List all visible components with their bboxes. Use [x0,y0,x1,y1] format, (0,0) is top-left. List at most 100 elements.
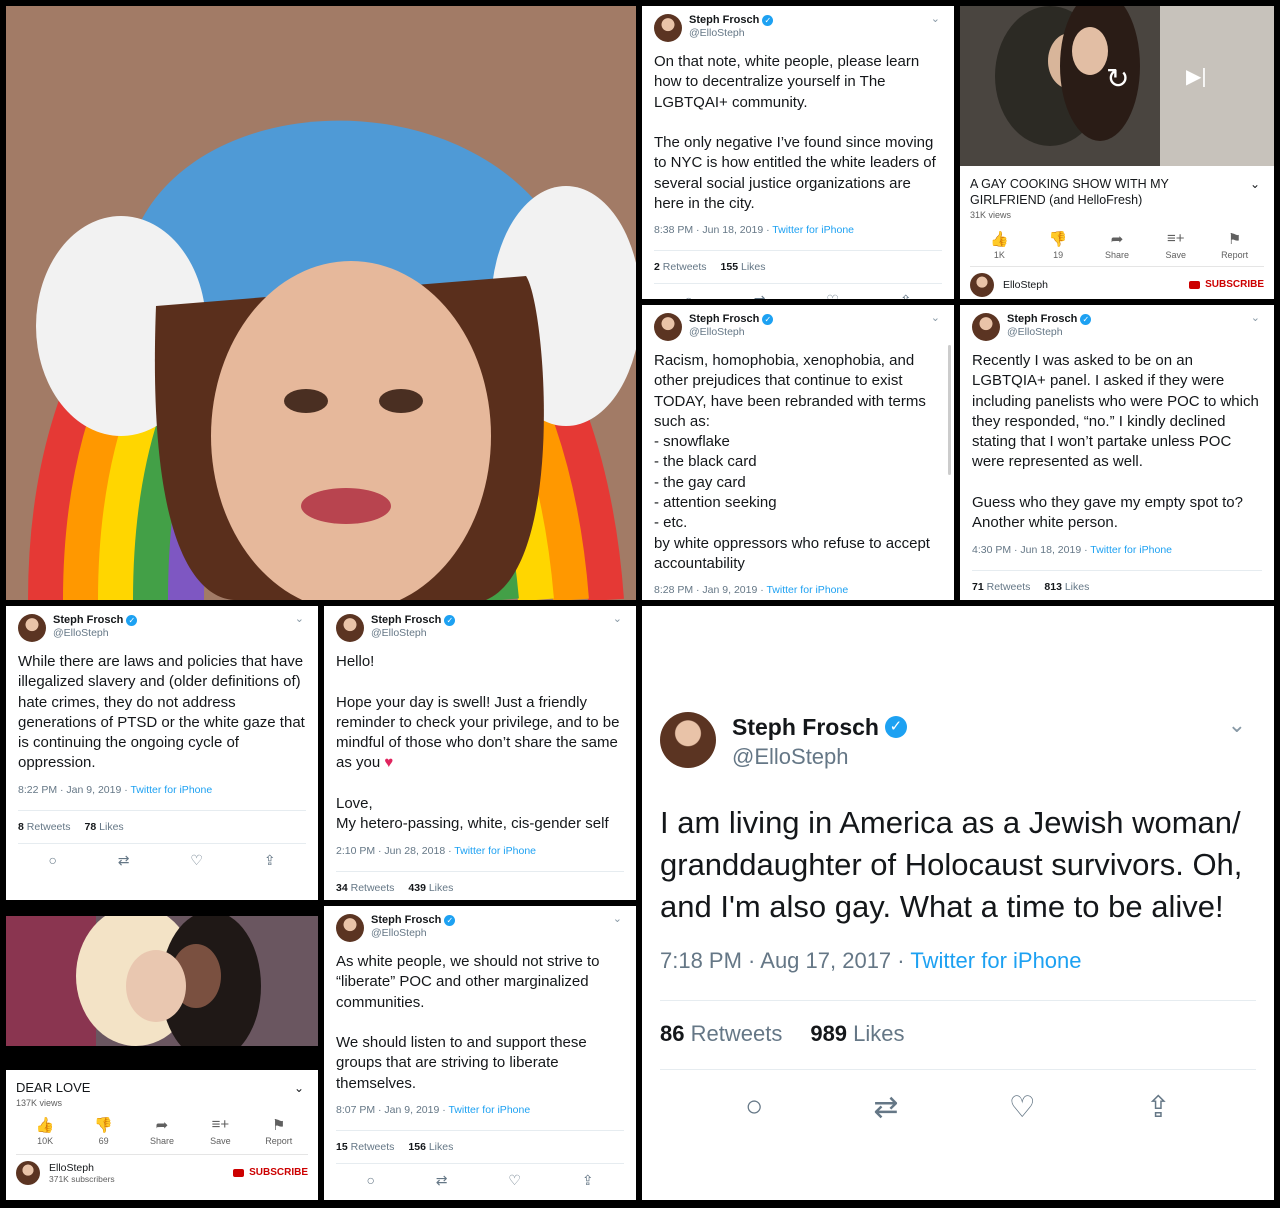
verified-badge-icon: ✓ [444,614,456,626]
tweet-source-link[interactable]: Twitter for iPhone [772,224,854,236]
reply-icon[interactable]: ○ [48,852,56,869]
like-icon[interactable]: ♡ [1009,1090,1036,1125]
save-button[interactable]: ≡+ Save [1151,230,1201,260]
scrollbar[interactable] [948,345,951,475]
user-handle[interactable]: @ElloSteph [371,927,455,939]
chevron-down-icon[interactable]: ⌄ [931,311,940,324]
share-button[interactable]: ➦ Share [1092,230,1142,260]
display-name[interactable]: Steph Frosch [1007,313,1077,326]
retweet-icon[interactable]: ⇄ [118,852,130,869]
display-name[interactable]: Steph Frosch [689,313,759,326]
channel-avatar[interactable] [16,1161,40,1185]
thumbs-down-icon: 👎 [1048,231,1068,248]
flag-icon: ⚑ [1227,231,1242,248]
chevron-down-icon[interactable]: ⌄ [1251,311,1260,324]
retweet-icon[interactable]: ⇄ [436,1172,448,1189]
user-handle[interactable]: @ElloSteph [689,27,773,39]
subscriber-count: 371K subscribers [49,1174,115,1185]
user-handle[interactable]: @ElloSteph [689,326,773,338]
reply-icon[interactable]: ○ [366,1172,374,1189]
dislike-button[interactable]: 👎 69 [79,1116,129,1146]
tweet-stats: 34 Retweets 439 Likes [336,870,624,900]
like-icon[interactable]: ♡ [190,852,203,869]
display-name[interactable]: Steph Frosch [371,614,441,627]
tweet-text: On that note, white people, please learn… [654,53,936,213]
channel-name[interactable]: ElloSteph [49,1162,115,1175]
avatar[interactable] [336,914,364,942]
user-handle[interactable]: @ElloSteph [732,744,907,769]
tweet-card-3: Steph Frosch ✓ @ElloSteph ⌄ Recently I wa… [960,305,1274,600]
avatar[interactable] [654,14,682,42]
verified-badge-icon: ✓ [1080,313,1092,325]
share-arrow-icon: ➦ [155,1117,169,1134]
thumbs-down-icon: 👎 [94,1117,113,1134]
chevron-down-icon[interactable]: ⌄ [295,612,304,625]
display-name[interactable]: Steph Frosch [689,14,759,27]
reply-icon[interactable]: ○ [684,292,692,299]
tweet-source-link[interactable]: Twitter for iPhone [766,584,848,596]
avatar[interactable] [18,614,46,642]
tweet-actions: ○ ⇄ ♡ ⇪ [660,1069,1256,1145]
save-button[interactable]: ≡+ Save [195,1116,245,1146]
display-name[interactable]: Steph Frosch [732,714,879,740]
share-button[interactable]: ➦ Share [137,1116,187,1146]
thumbs-up-icon: 👍 [35,1117,55,1134]
retweet-icon[interactable]: ⇄ [873,1090,898,1125]
video-thumbnail-kiss[interactable] [6,916,318,1046]
next-icon[interactable]: ▶| [1186,64,1207,89]
chevron-down-icon[interactable]: ⌄ [613,612,622,625]
tweet-actions: ○ ⇄ ♡ ⇪ [336,1163,624,1197]
display-name[interactable]: Steph Frosch [371,914,441,927]
report-button[interactable]: ⚑ Report [1210,230,1260,260]
avatar[interactable] [336,614,364,642]
user-handle[interactable]: @ElloSteph [53,627,137,639]
user-handle[interactable]: @ElloSteph [371,627,455,639]
tweet-text: As white people, we should not strive to… [336,953,600,1092]
chevron-down-icon[interactable]: ⌄ [1228,712,1246,738]
channel-name[interactable]: ElloSteph [1003,279,1048,292]
tweet-source-link[interactable]: Twitter for iPhone [1090,544,1172,556]
chevron-down-icon[interactable]: ⌄ [1250,176,1260,192]
subscribe-button[interactable]: SUBSCRIBE [233,1167,308,1178]
share-icon[interactable]: ⇪ [900,292,912,299]
tweet-stats: 86 Retweets 989 Likes [660,1000,1256,1069]
chevron-down-icon[interactable]: ⌄ [613,912,622,925]
display-name[interactable]: Steph Frosch [53,614,123,627]
share-icon[interactable]: ⇪ [264,852,276,869]
tweet-source-link[interactable]: Twitter for iPhone [454,845,536,857]
tweet-header: Steph Frosch ✓ @ElloSteph ⌄ [654,12,942,44]
replay-icon[interactable]: ↻ [1106,62,1129,95]
tweet-source-link[interactable]: Twitter for iPhone [448,1104,530,1116]
video-thumbnail[interactable]: ↻ ▶| [960,6,1274,166]
share-icon[interactable]: ⇪ [582,1172,594,1189]
chevron-down-icon[interactable]: ⌄ [931,12,940,25]
channel-row: ElloSteph SUBSCRIBE [970,266,1264,297]
user-handle[interactable]: @ElloSteph [1007,326,1091,338]
tweet-timestamp: 4:30 PM · Jun 18, 2019 · Twitter for iPh… [972,543,1172,556]
avatar[interactable] [972,313,1000,341]
like-button[interactable]: 👍 10K [20,1116,70,1146]
like-button[interactable]: 👍 1K [974,230,1024,260]
reply-icon[interactable]: ○ [745,1090,763,1125]
video-views: 137K views [16,1098,63,1108]
report-button[interactable]: ⚑ Report [254,1116,304,1146]
youtube-logo-icon [1189,280,1201,289]
tweet-text: Racism, homophobia, xenophobia, and othe… [654,352,930,572]
chevron-down-icon[interactable]: ⌄ [294,1080,304,1096]
share-icon[interactable]: ⇪ [1146,1090,1171,1125]
tweet-text: Hello! Hope your day is swell! Just a fr… [336,653,620,833]
subscribe-button[interactable]: SUBSCRIBE [1189,279,1264,290]
avatar[interactable] [654,313,682,341]
tweet-text: Recently I was asked to be on an LGBTQIA… [972,352,1259,532]
tweet-source-link[interactable]: Twitter for iPhone [130,784,212,796]
like-icon[interactable]: ♡ [826,292,839,299]
retweet-icon[interactable]: ⇄ [754,292,766,299]
tweet-card-6: Steph Frosch ✓ @ElloSteph ⌄ As white peop… [324,906,636,1200]
channel-row: ElloSteph 371K subscribers SUBSCRIBE [16,1154,308,1185]
tweet-source-link[interactable]: Twitter for iPhone [910,948,1081,973]
channel-avatar[interactable] [970,273,994,297]
like-icon[interactable]: ♡ [508,1172,521,1189]
avatar[interactable] [660,712,716,768]
dislike-button[interactable]: 👎 19 [1033,230,1083,260]
tweet-timestamp: 8:28 PM · Jan 9, 2019 · Twitter for iPho… [654,584,849,597]
